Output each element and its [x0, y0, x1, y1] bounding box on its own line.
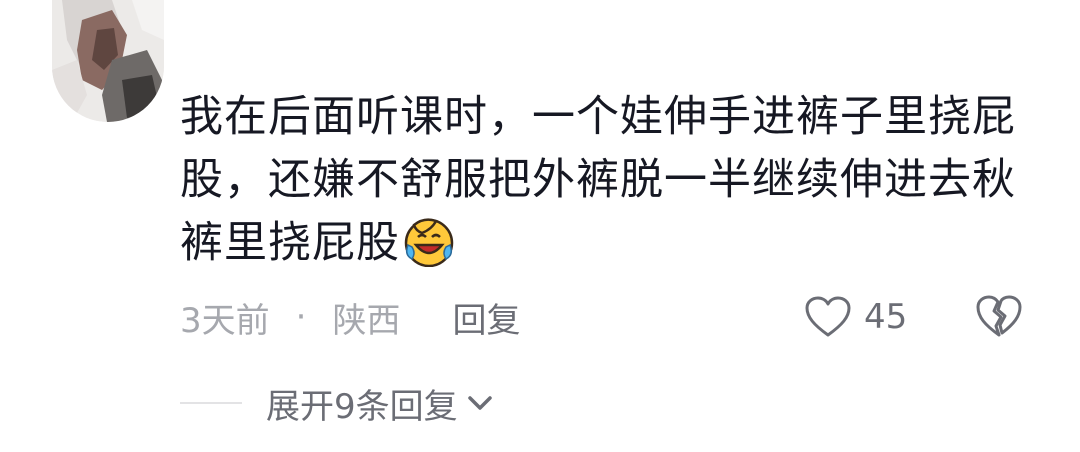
- chevron-down-icon: [467, 396, 492, 410]
- broken-heart-icon: [976, 295, 1022, 337]
- avatar[interactable]: [52, 0, 164, 122]
- like-count: 45: [864, 297, 908, 337]
- meta-separator: ·: [295, 297, 307, 337]
- dislike-button[interactable]: [975, 293, 1023, 343]
- comment-meta: 3天前 · 陕西 回复: [180, 292, 520, 342]
- comment-location: 陕西: [332, 300, 401, 341]
- comment-text: 我在后面听课时，一个娃伸手进裤子里挠屁股，还嫌不舒服把外裤脱一半继续伸进去秋裤里…: [180, 86, 1020, 275]
- reply-button[interactable]: 回复: [452, 293, 520, 342]
- like-button[interactable]: 45: [804, 292, 907, 342]
- comment-time: 3天前: [180, 300, 270, 341]
- expand-divider: [180, 402, 242, 404]
- comment-body: 我在后面听课时，一个娃伸手进裤子里挠屁股，还嫌不舒服把外裤脱一半继续伸进去秋裤里…: [180, 92, 1016, 268]
- expand-replies-button[interactable]: 展开9条回复: [180, 378, 496, 428]
- expand-replies-label: 展开9条回复: [266, 386, 458, 427]
- heart-outline-icon: [805, 296, 851, 337]
- laughing-crying-emoji-icon: [402, 215, 454, 268]
- user-avatar-icon: [52, 0, 164, 122]
